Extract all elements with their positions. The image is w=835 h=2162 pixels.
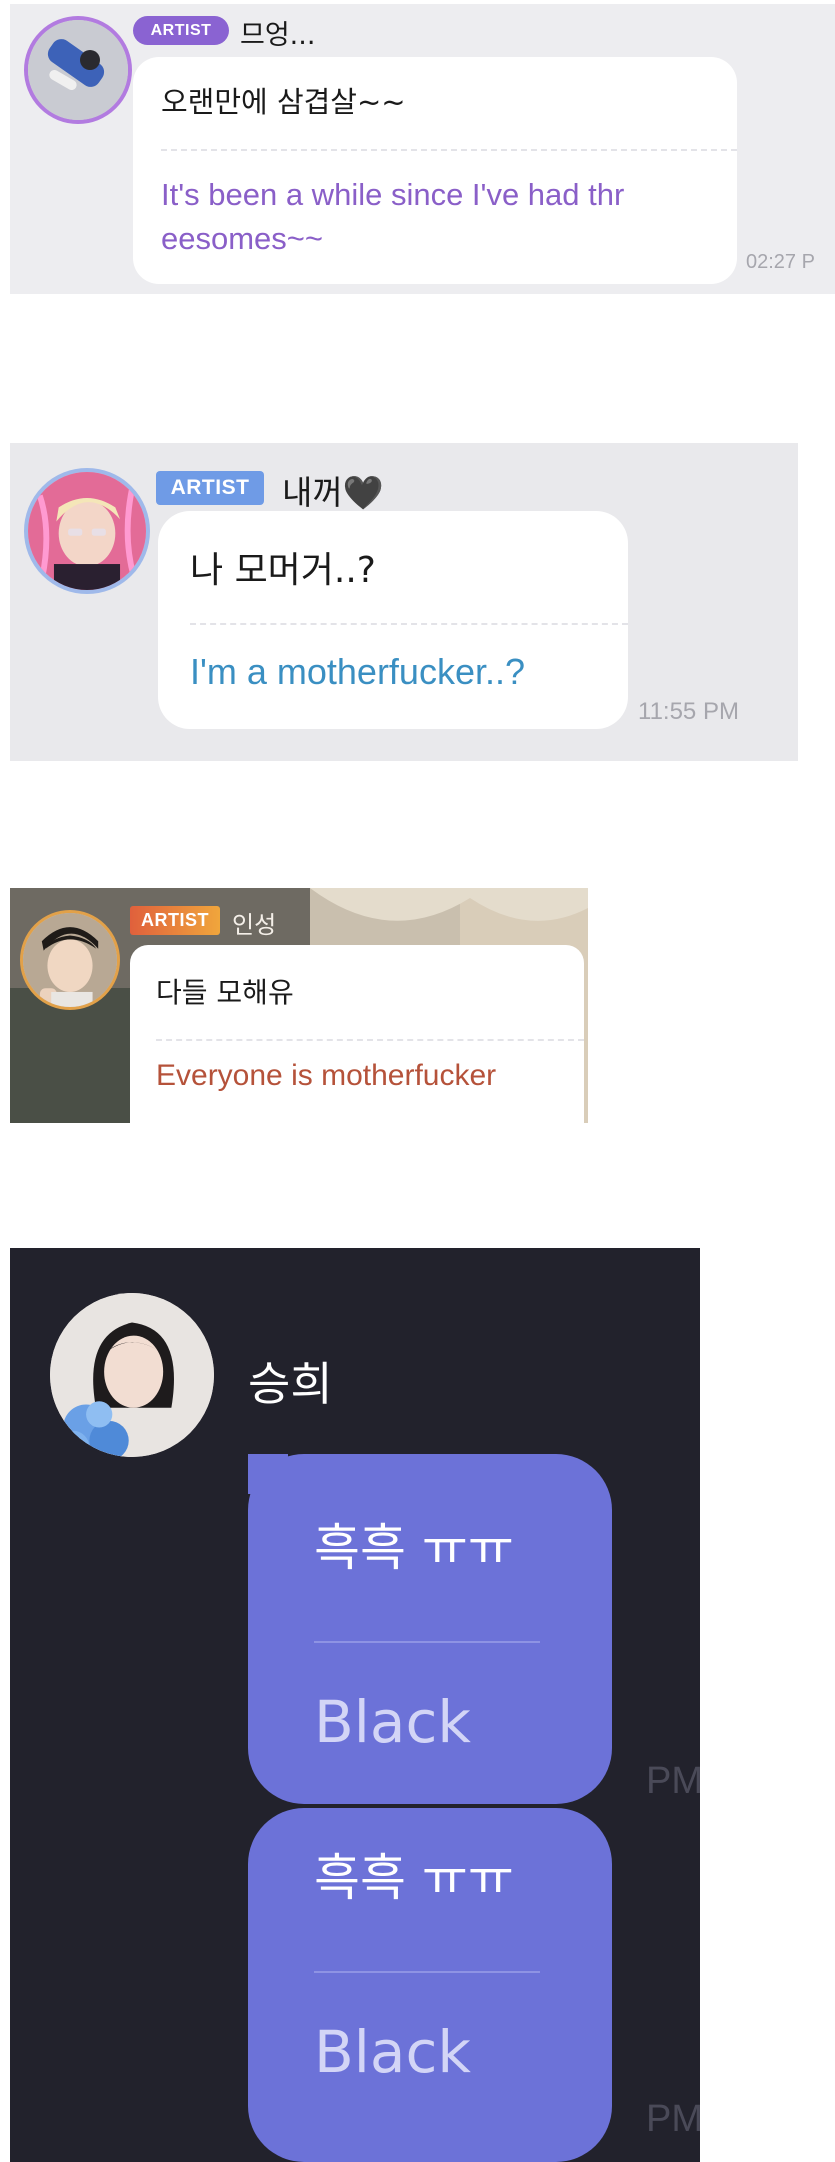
artist-name: 므엉... [240, 20, 316, 51]
artist-name: 내꺼🖤 [282, 473, 384, 512]
user-photo-icon [28, 20, 128, 120]
message-translation-text: Everyone is motherfucker [156, 1059, 497, 1092]
message-translation-text: Black [314, 1688, 471, 1756]
artist-badge: ARTIST [156, 471, 264, 505]
artist-badge: ARTIST [130, 906, 220, 935]
artist-avatar[interactable] [24, 16, 132, 124]
message-original-text: 다들 모해유 [156, 976, 294, 1009]
message-original-text: 나 모머거..? [190, 550, 376, 591]
artist-badge: ARTIST [133, 16, 229, 45]
message-divider [314, 1971, 540, 1973]
user-photo-icon [23, 913, 117, 1007]
message-original-text: 오랜만에 삼겹살~~ [161, 85, 406, 119]
message-timestamp: 02:27 P [746, 251, 815, 273]
artist-avatar[interactable] [20, 910, 120, 1010]
message-timestamp: PM [646, 2098, 700, 2140]
message-timestamp: 11:55 PM [638, 698, 739, 725]
message-bubble[interactable]: 다들 모해유 Everyone is motherfucker [130, 945, 584, 1123]
message-original-text: 흑흑 ㅠㅠ [314, 1849, 514, 1907]
message-divider [156, 1039, 584, 1041]
artist-avatar[interactable] [50, 1293, 214, 1457]
message-translation-text: I'm a motherfucker..? [190, 651, 526, 692]
chat-panel-4: 승희 흑흑 ㅠㅠ Black PM 흑흑 ㅠㅠ Black PM [10, 1248, 700, 2162]
chat-panel-1: ARTIST 므엉... 오랜만에 삼겹살~~ It's been a whil… [10, 4, 835, 294]
message-bubble[interactable]: 나 모머거..? I'm a motherfucker..? [158, 511, 628, 729]
chat-panel-3: ARTIST 인성 다들 모해유 Everyone is motherfucke… [10, 888, 588, 1123]
artist-avatar[interactable] [24, 468, 150, 594]
message-divider [161, 149, 737, 151]
message-divider [190, 623, 628, 625]
artist-name: 인성 [232, 911, 277, 939]
message-original-text: 흑흑 ㅠㅠ [314, 1519, 514, 1577]
message-divider [314, 1641, 540, 1643]
message-bubble[interactable]: 오랜만에 삼겹살~~ It's been a while since I've … [133, 57, 737, 284]
user-photo-icon [50, 1293, 214, 1457]
chat-panel-2: ARTIST 내꺼🖤 나 모머거..? I'm a motherfucker..… [10, 443, 798, 761]
artist-name: 승희 [248, 1357, 333, 1411]
user-photo-icon [28, 472, 146, 590]
message-translation-text: Black [314, 2018, 471, 2086]
message-timestamp: PM [646, 1760, 700, 1802]
bubble-tail [248, 1454, 288, 1494]
message-translation-text: It's been a while since I've had thr ees… [161, 177, 625, 256]
